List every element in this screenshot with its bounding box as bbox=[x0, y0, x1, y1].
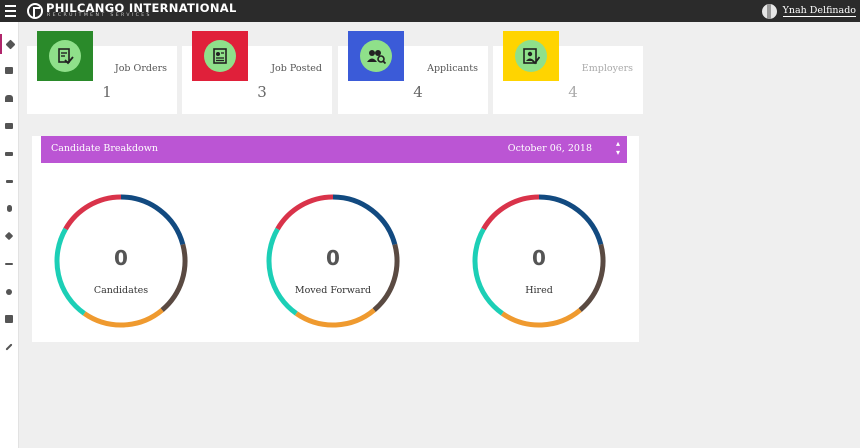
hammer-icon bbox=[5, 179, 13, 183]
stat-value: 4 bbox=[568, 83, 578, 101]
donut-segment bbox=[82, 308, 164, 328]
donut-label: Candidates bbox=[93, 285, 149, 296]
job-orders-tile bbox=[37, 31, 93, 81]
stat-card-employers[interactable]: Employers 4 bbox=[493, 31, 643, 114]
panel-date: October 06, 2018 bbox=[507, 143, 592, 154]
employers-icon bbox=[515, 40, 547, 72]
panel-header: Candidate Breakdown October 06, 2018 ▴ ▾ bbox=[41, 136, 627, 163]
donut-value: 0 bbox=[114, 246, 128, 270]
edit-icon bbox=[5, 66, 13, 74]
applicants-icon bbox=[360, 40, 392, 72]
sidebar-item-hand[interactable] bbox=[0, 282, 18, 302]
panel-title: Candidate Breakdown bbox=[51, 143, 158, 154]
donut-segment bbox=[538, 194, 604, 246]
stat-card-job-posted[interactable]: Job Posted 3 bbox=[182, 31, 332, 114]
brand-subtitle: RECRUITMENT SERVICES bbox=[47, 13, 152, 18]
bed-icon bbox=[5, 152, 13, 156]
heart-icon bbox=[4, 231, 14, 241]
worker-icon bbox=[6, 204, 12, 212]
donut-segment bbox=[54, 227, 86, 316]
donut-segment bbox=[120, 194, 186, 246]
donut-value: 0 bbox=[532, 246, 546, 270]
plane-icon bbox=[5, 263, 13, 265]
stat-label: Job Orders bbox=[114, 63, 167, 74]
avatar bbox=[761, 3, 777, 19]
id-card-icon bbox=[5, 123, 13, 129]
sidebar-item-stamp[interactable] bbox=[0, 88, 18, 108]
candidate-breakdown-panel: Candidate Breakdown October 06, 2018 ▴ ▾ … bbox=[32, 136, 639, 342]
sort-icon[interactable]: ▴ ▾ bbox=[616, 139, 620, 157]
hand-icon bbox=[6, 289, 12, 295]
stat-card-applicants[interactable]: Applicants 4 bbox=[338, 31, 488, 114]
sidebar-item-bed[interactable] bbox=[0, 144, 18, 164]
donut-segment bbox=[266, 227, 298, 316]
sidebar-item-id-card[interactable] bbox=[0, 116, 18, 136]
donut-hired: 0 Hired bbox=[468, 190, 610, 332]
menu-icon[interactable] bbox=[5, 5, 16, 17]
stat-label: Applicants bbox=[427, 63, 478, 74]
stat-label: Employers bbox=[581, 63, 633, 74]
sidebar-item-plane[interactable] bbox=[0, 254, 18, 274]
sidebar-item-edit[interactable] bbox=[0, 60, 18, 80]
donut-moved-forward: 0 Moved Forward bbox=[262, 190, 404, 332]
sidebar-item-building[interactable] bbox=[0, 309, 18, 329]
donut-segment bbox=[500, 308, 582, 328]
job-posted-tile bbox=[192, 31, 248, 81]
sidebar-item-heart[interactable] bbox=[0, 226, 18, 246]
user-name[interactable]: Ynah Delfinado bbox=[782, 5, 856, 17]
brand-logo-icon bbox=[27, 3, 43, 19]
stat-label: Job Posted bbox=[271, 63, 322, 74]
wrench-icon bbox=[5, 343, 13, 351]
sidebar-item-worker[interactable] bbox=[0, 198, 18, 218]
stat-value: 1 bbox=[102, 83, 112, 101]
employers-tile bbox=[503, 31, 559, 81]
donut-segment bbox=[275, 194, 334, 231]
sidebar-item-pin[interactable] bbox=[0, 34, 18, 54]
donut-candidates: 0 Candidates bbox=[50, 190, 192, 332]
donut-label: Moved Forward bbox=[294, 285, 372, 296]
stat-card-job-orders[interactable]: Job Orders 1 bbox=[27, 31, 177, 114]
donut-segment bbox=[63, 194, 122, 231]
sidebar bbox=[0, 22, 19, 448]
stamp-icon bbox=[5, 94, 13, 102]
applicants-tile bbox=[348, 31, 404, 81]
job-orders-icon bbox=[49, 40, 81, 72]
job-posted-icon bbox=[204, 40, 236, 72]
stat-value: 4 bbox=[413, 83, 423, 101]
donut-label: Hired bbox=[525, 285, 553, 296]
donut-segment bbox=[472, 227, 504, 316]
donut-value: 0 bbox=[326, 246, 340, 270]
donut-segment bbox=[332, 194, 398, 246]
donut-segment bbox=[481, 194, 540, 231]
building-icon bbox=[5, 315, 13, 323]
pin-icon bbox=[5, 39, 15, 49]
donut-segment bbox=[294, 308, 376, 328]
sidebar-item-hammer[interactable] bbox=[0, 171, 18, 191]
sidebar-item-wrench[interactable] bbox=[0, 337, 18, 357]
top-bar: PHILCANGO INTERNATIONAL RECRUITMENT SERV… bbox=[0, 0, 860, 22]
user-menu[interactable]: Ynah Delfinado bbox=[761, 2, 856, 20]
stat-value: 3 bbox=[257, 83, 267, 101]
